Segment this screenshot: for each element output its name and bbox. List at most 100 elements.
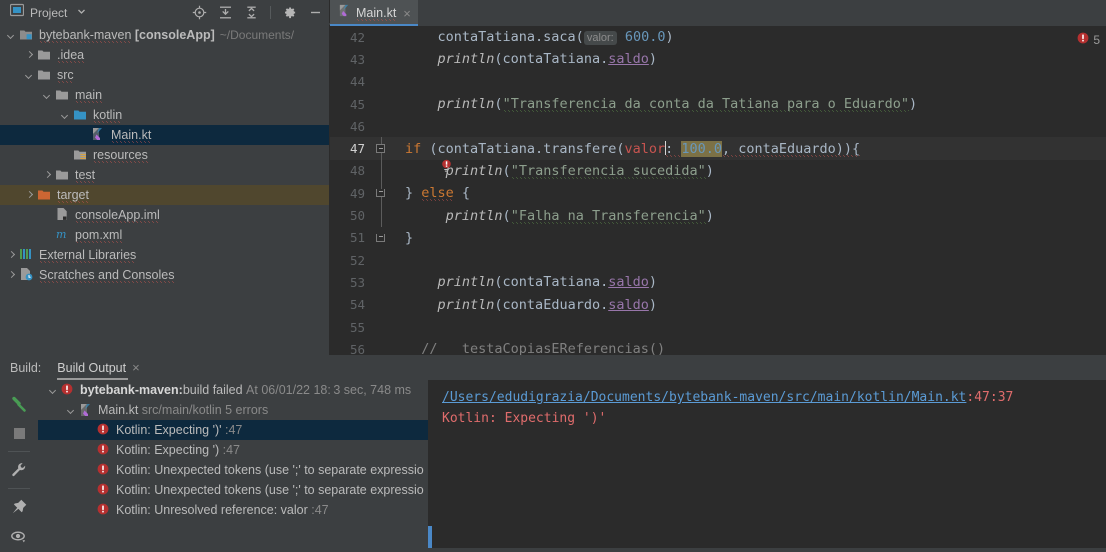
tree-item-src[interactable]: src bbox=[0, 65, 329, 85]
fold-column[interactable] bbox=[373, 294, 389, 316]
project-tree[interactable]: bytebank-maven [consoleApp] ~/Documents/.… bbox=[0, 25, 329, 355]
fold-column[interactable] bbox=[373, 227, 389, 249]
error-bulb-icon[interactable] bbox=[396, 141, 452, 173]
fold-column[interactable] bbox=[373, 271, 389, 293]
collapse-all-icon[interactable] bbox=[244, 5, 259, 20]
tree-item-pom-xml[interactable]: m pom.xml bbox=[0, 225, 329, 245]
toggle-settings-wrench-icon[interactable] bbox=[0, 455, 38, 485]
fold-column[interactable] bbox=[373, 316, 389, 338]
tree-item-main[interactable]: main bbox=[0, 85, 329, 105]
fold-column[interactable] bbox=[373, 93, 389, 115]
locate-icon[interactable] bbox=[192, 5, 207, 20]
code-line[interactable]: 46 bbox=[330, 115, 1106, 137]
code-line[interactable]: 53 println(contaTatiana.saldo) bbox=[330, 271, 1106, 293]
close-icon[interactable]: × bbox=[132, 360, 140, 375]
code-line[interactable]: 56 // testaCopiasEReferencias() bbox=[330, 338, 1106, 355]
code-line[interactable]: 55 bbox=[330, 316, 1106, 338]
error-message: Kotlin: Expecting ')' bbox=[442, 411, 607, 426]
pin-icon[interactable] bbox=[0, 492, 38, 522]
editor-error-badge[interactable]: 5 bbox=[1077, 31, 1100, 49]
code-text: // testaCopiasEReferencias() bbox=[389, 341, 666, 355]
tab-build-output[interactable]: Build Output × bbox=[57, 355, 140, 380]
fold-column[interactable] bbox=[373, 182, 389, 205]
fold-column[interactable] bbox=[373, 137, 389, 160]
code-line[interactable]: 43 println(contaTatiana.saldo) bbox=[330, 48, 1106, 70]
build-row-text: Kotlin: Unresolved reference: valor bbox=[116, 503, 308, 517]
tree-item-bytebank-maven[interactable]: bytebank-maven [consoleApp] ~/Documents/ bbox=[0, 25, 329, 45]
kotlin-file-icon bbox=[338, 4, 351, 22]
close-icon[interactable]: × bbox=[403, 6, 411, 21]
chevron-right-icon[interactable] bbox=[24, 50, 35, 61]
tree-item-kotlin[interactable]: kotlin bbox=[0, 105, 329, 125]
build-hammer-icon[interactable] bbox=[0, 388, 38, 418]
build-tree-row[interactable]: Kotlin: Unexpected tokens (use ';' to se… bbox=[38, 460, 428, 480]
tree-item-resources[interactable]: resources bbox=[0, 145, 329, 165]
tree-item-scratches-and-consoles[interactable]: Scratches and Consoles bbox=[0, 265, 329, 285]
chevron-down-icon[interactable] bbox=[24, 70, 35, 81]
line-number: 42 bbox=[349, 29, 365, 45]
build-tree-row[interactable]: Kotlin: Unresolved reference: valor :47 bbox=[38, 500, 428, 520]
chevron-right-icon[interactable] bbox=[24, 190, 35, 201]
tab-main-kt[interactable]: Main.kt × bbox=[330, 0, 418, 26]
code-line-current[interactable]: 47 if (contaTatiana.transfere(valor: 100… bbox=[330, 137, 1106, 173]
chevron-down-icon[interactable] bbox=[66, 405, 77, 416]
tree-item-main-kt[interactable]: Main.kt bbox=[0, 125, 329, 145]
fold-column[interactable] bbox=[373, 71, 389, 93]
chevron-right-icon[interactable] bbox=[6, 250, 17, 261]
build-row-detail: src/main/kotlin 5 errors bbox=[138, 403, 269, 417]
build-row-detail: At 06/01/22 18: bbox=[242, 383, 334, 397]
chevron-down-icon[interactable] bbox=[77, 7, 86, 18]
tree-item-external-libraries[interactable]: External Libraries bbox=[0, 245, 329, 265]
code-line[interactable]: 49 } else { bbox=[330, 182, 1106, 205]
code-line[interactable]: 48 println("Transferencia sucedida") bbox=[330, 159, 1106, 183]
tree-item-test[interactable]: test bbox=[0, 165, 329, 185]
settings-gear-icon[interactable] bbox=[282, 5, 297, 20]
fold-end-icon[interactable] bbox=[376, 189, 385, 198]
line-number: 56 bbox=[349, 341, 365, 355]
tab-label: Main.kt bbox=[356, 5, 397, 21]
chevron-down-icon[interactable] bbox=[48, 385, 59, 396]
code-text: println("Transferencia da conta da Tatia… bbox=[437, 96, 918, 113]
error-icon bbox=[97, 483, 111, 497]
code-line[interactable]: 50 println("Falha na Transferencia") bbox=[330, 204, 1106, 227]
chevron-right-icon[interactable] bbox=[42, 170, 53, 181]
libraries-icon bbox=[19, 247, 35, 263]
toolbar-divider bbox=[270, 6, 271, 19]
fold-collapse-icon[interactable] bbox=[376, 144, 385, 154]
fold-column[interactable] bbox=[373, 159, 389, 183]
code-line[interactable]: 52 bbox=[330, 249, 1106, 271]
code-view[interactable]: 42 contaTatiana.saca(valor: 600.0) 43 pr… bbox=[330, 26, 1106, 355]
build-tree-row[interactable]: Main.kt src/main/kotlin 5 errors bbox=[38, 400, 428, 420]
code-line[interactable]: 42 contaTatiana.saca(valor: 600.0) bbox=[330, 26, 1106, 48]
minimize-icon[interactable] bbox=[308, 5, 323, 20]
chevron-right-icon[interactable] bbox=[6, 270, 17, 281]
file-path-link[interactable]: /Users/edudigrazia/Documents/bytebank-ma… bbox=[442, 390, 966, 405]
chevron-down-icon[interactable] bbox=[6, 30, 17, 41]
build-tree-row[interactable]: Kotlin: Expecting ') :47 bbox=[38, 440, 428, 460]
build-row-duration: 3 sec, 748 ms bbox=[333, 383, 412, 397]
toolbar-divider bbox=[8, 451, 30, 452]
tree-item-idea[interactable]: .idea bbox=[0, 45, 329, 65]
code-line[interactable]: 44 bbox=[330, 71, 1106, 93]
code-line[interactable]: 51 } bbox=[330, 227, 1106, 249]
build-tree-row[interactable]: Kotlin: Unexpected tokens (use ';' to se… bbox=[38, 480, 428, 500]
code-line[interactable]: 45 println("Transferencia da conta da Ta… bbox=[330, 93, 1106, 115]
tree-item-target[interactable]: target bbox=[0, 185, 329, 205]
fold-column[interactable] bbox=[373, 48, 389, 70]
fold-column[interactable] bbox=[373, 338, 389, 355]
build-tree-row[interactable]: bytebank-maven: build failed At 06/01/22… bbox=[38, 380, 428, 400]
error-icon bbox=[61, 383, 75, 397]
expand-all-icon[interactable] bbox=[218, 5, 233, 20]
build-tree-row[interactable]: Kotlin: Expecting ')' :47 bbox=[38, 420, 428, 440]
fold-column[interactable] bbox=[373, 26, 389, 48]
fold-end-icon[interactable] bbox=[376, 233, 385, 242]
build-output-tree[interactable]: bytebank-maven: build failed At 06/01/22… bbox=[38, 380, 428, 552]
chevron-down-icon[interactable] bbox=[60, 110, 71, 121]
code-line[interactable]: 54 println(contaEduardo.saldo) bbox=[330, 294, 1106, 316]
fold-column[interactable] bbox=[373, 115, 389, 137]
tree-item-consoleapp-iml[interactable]: consoleApp.iml bbox=[0, 205, 329, 225]
fold-column[interactable] bbox=[373, 204, 389, 227]
stop-icon[interactable] bbox=[0, 418, 38, 448]
chevron-down-icon[interactable] bbox=[42, 90, 53, 101]
fold-column[interactable] bbox=[373, 249, 389, 271]
